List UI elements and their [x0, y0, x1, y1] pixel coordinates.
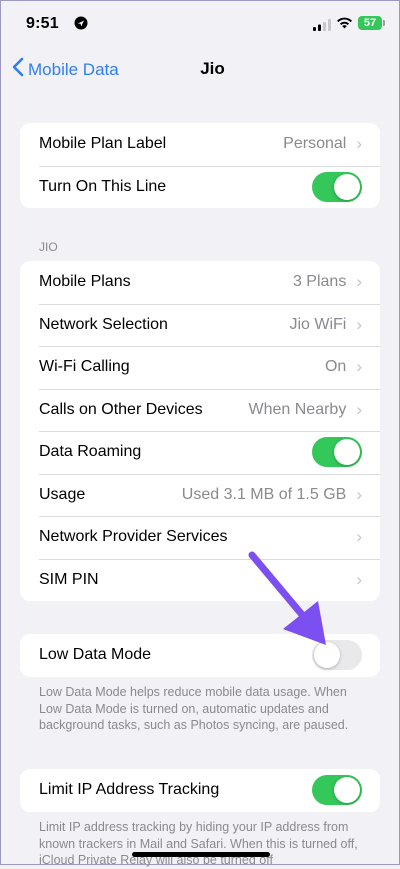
row-label: Turn On This Line: [39, 177, 167, 195]
row-label: Network Provider Services: [39, 528, 228, 546]
row-label: Limit IP Address Tracking: [39, 781, 220, 799]
annotation-arrow-icon: [240, 545, 340, 660]
row-value: 3 Plans: [292, 273, 347, 291]
network-selection-row[interactable]: Network Selection Jio WiFi ›: [20, 303, 380, 347]
wifi-calling-row[interactable]: Wi-Fi Calling On ›: [20, 346, 380, 389]
chevron-right-icon: ›: [356, 134, 362, 154]
row-value: Used 3.1 MB of 1.5 GB: [181, 485, 347, 503]
chevron-right-icon: ›: [356, 357, 362, 377]
low-data-mode-footnote: Low Data Mode helps reduce mobile data u…: [39, 685, 349, 732]
row-value: On: [324, 358, 347, 376]
limit-ip-footnote: Limit IP address tracking by hiding your…: [39, 820, 358, 867]
turn-on-line-toggle[interactable]: [312, 171, 362, 202]
turn-on-line-row: Turn On This Line: [20, 165, 380, 209]
chevron-right-icon: ›: [356, 399, 362, 419]
row-label: Usage: [39, 485, 86, 503]
row-label: Mobile Plans: [39, 273, 131, 291]
home-indicator: [132, 852, 270, 857]
limit-ip-group: Limit IP Address Tracking: [20, 769, 380, 812]
row-value: Jio WiFi: [289, 315, 347, 333]
row-value: Personal: [283, 135, 347, 153]
navigation-bar: Mobile Data Jio: [0, 48, 400, 92]
chevron-right-icon: ›: [356, 484, 362, 504]
line-settings-group: Mobile Plan Label Personal › Turn On Thi…: [20, 123, 380, 208]
chevron-left-icon: [12, 57, 24, 82]
limit-ip-row: Limit IP Address Tracking: [20, 769, 380, 812]
usage-row[interactable]: Usage Used 3.1 MB of 1.5 GB ›: [20, 473, 380, 517]
row-value: When Nearby: [248, 400, 347, 418]
row-label: Network Selection: [39, 315, 168, 333]
battery-icon: 57: [358, 16, 385, 30]
section-header-jio: JIO: [39, 240, 58, 254]
data-roaming-toggle[interactable]: [312, 437, 362, 468]
row-label: Wi-Fi Calling: [39, 358, 130, 376]
limit-ip-toggle[interactable]: [312, 775, 362, 806]
wifi-icon: [336, 16, 353, 34]
row-label: Mobile Plan Label: [39, 135, 167, 153]
row-label: Calls on Other Devices: [39, 400, 203, 418]
status-time: 9:51: [26, 15, 59, 32]
chevron-right-icon: ›: [356, 527, 362, 547]
mobile-plans-row[interactable]: Mobile Plans 3 Plans ›: [20, 261, 380, 304]
data-roaming-row: Data Roaming: [20, 431, 380, 474]
location-icon: [74, 16, 88, 35]
mobile-plan-label-row[interactable]: Mobile Plan Label Personal ›: [20, 123, 380, 166]
chevron-right-icon: ›: [356, 314, 362, 334]
chevron-right-icon: ›: [356, 272, 362, 292]
cellular-signal-icon: [313, 18, 331, 36]
chevron-right-icon: ›: [356, 569, 362, 589]
row-label: Data Roaming: [39, 443, 142, 461]
page-title: Jio: [200, 59, 225, 78]
status-bar: 9:51 57: [0, 0, 400, 48]
calls-on-other-devices-row[interactable]: Calls on Other Devices When Nearby ›: [20, 388, 380, 432]
